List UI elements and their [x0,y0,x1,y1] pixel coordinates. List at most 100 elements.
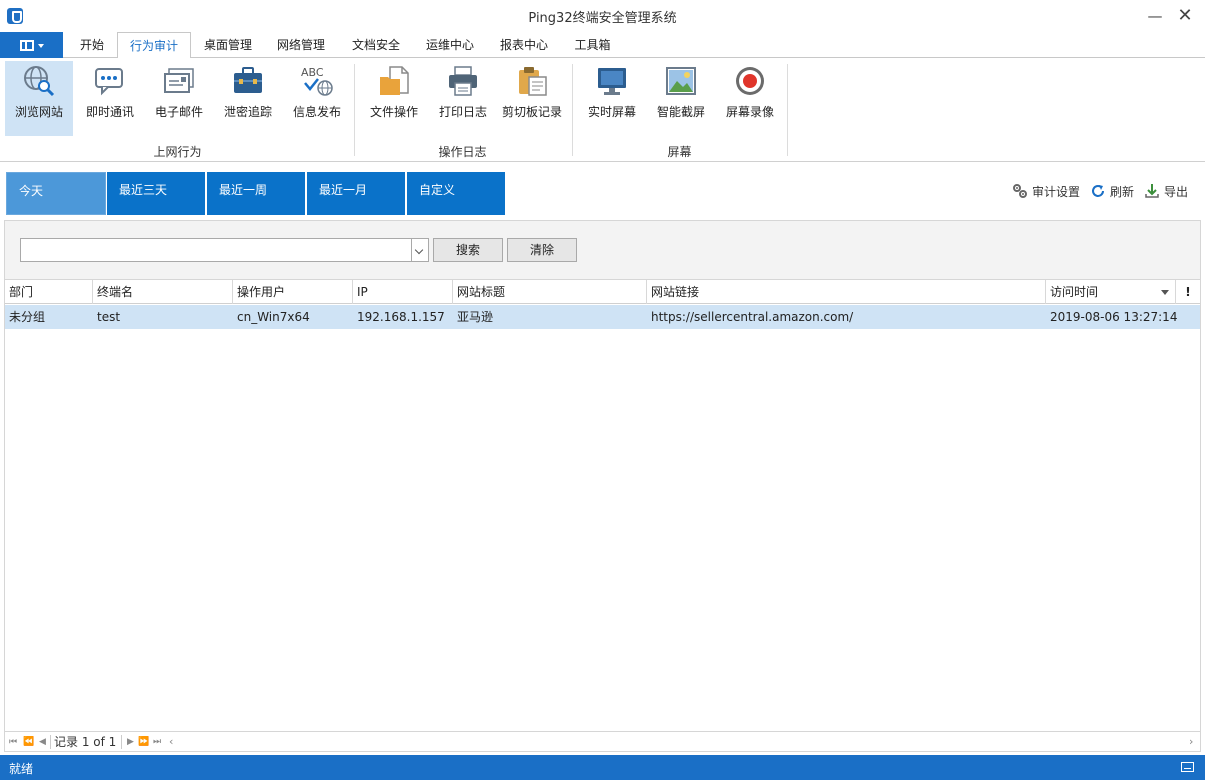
visit-time-label: 访问时间 [1050,285,1099,299]
export-label: 导出 [1164,185,1189,199]
refresh-icon [1092,185,1104,197]
column-header-ip[interactable]: IP [353,280,453,304]
screen-recording-button[interactable]: 屏幕录像 [716,61,784,136]
export-button[interactable]: 导出 [1144,183,1188,201]
cell-site-title: 亚马逊 [457,310,494,324]
smart-screenshot-label: 智能截屏 [656,105,705,119]
info-publish-button[interactable]: ABC 信息发布 [283,61,351,136]
ribbon-separator [787,64,788,156]
pager-separator [121,735,122,749]
printer-icon [449,66,477,96]
clear-button[interactable]: 清除 [507,238,577,262]
column-header-department[interactable]: 部门 [5,280,93,304]
clipboard-icon [519,67,547,96]
close-button[interactable]: ✕ [1170,4,1200,28]
search-dropdown-button[interactable] [411,238,429,262]
download-icon [1145,184,1159,198]
cell-ip: 192.168.1.157 [357,310,445,324]
ribbon-separator [354,64,355,156]
clipboard-records-label: 剪切板记录 [501,105,562,119]
prev-page-icon[interactable]: ◀ [39,735,46,749]
table-row[interactable]: 未分组 test cn_Win7x64 192.168.1.157 亚马逊 ht… [5,305,1200,329]
date-tab-last-month[interactable]: 最近一月 [307,172,405,215]
print-log-button[interactable]: 打印日志 [429,61,497,136]
record-icon [736,67,764,95]
date-tab-custom[interactable]: 自定义 [407,172,505,215]
column-header-site-link[interactable]: 网站链接 [647,280,1046,304]
group-label-operation-log: 操作日志 [438,145,487,159]
file-operations-label: 文件操作 [369,105,418,119]
column-header-terminal[interactable]: 终端名 [93,280,233,304]
abc-icon-text: ABC [301,66,324,79]
tab-ops-center[interactable]: 运维中心 [417,32,483,58]
print-log-label: 打印日志 [438,105,487,119]
cell-department: 未分组 [9,310,46,324]
next-page-icon[interactable]: ▶ [127,735,134,749]
date-tab-last-week[interactable]: 最近一周 [207,172,305,215]
file-folder-icon [380,66,409,95]
abc-globe-icon: ABC [301,66,333,96]
column-chooser-icon[interactable]: ! [1176,280,1200,304]
browse-websites-button[interactable]: 浏览网站 [5,61,73,136]
audit-settings-button[interactable]: 审计设置 [1012,183,1080,201]
column-header-user[interactable]: 操作用户 [233,280,353,304]
info-publish-label: 信息发布 [292,105,341,119]
email-button[interactable]: 电子邮件 [145,61,213,136]
tab-desktop-management[interactable]: 桌面管理 [195,32,261,58]
tab-network-management[interactable]: 网络管理 [268,32,334,58]
first-page-icon[interactable]: ⏮ [9,735,17,749]
smart-screenshot-button[interactable]: 智能截屏 [647,61,715,136]
cell-site-link: https://sellercentral.amazon.com/ [651,310,854,324]
app-menu-button[interactable] [0,32,63,58]
tab-behavior-audit[interactable]: 行为审计 [117,32,191,59]
tab-report-center[interactable]: 报表中心 [491,32,557,58]
email-label: 电子邮件 [154,105,203,119]
search-panel: 搜索 清除 [4,220,1201,279]
prev-page-group-icon[interactable]: ⏪ [23,735,34,749]
realtime-screen-label: 实时屏幕 [587,105,636,119]
tab-document-security[interactable]: 文档安全 [343,32,409,58]
date-tab-last-3-days[interactable]: 最近三天 [107,172,205,215]
search-input[interactable] [20,238,412,262]
minimize-button[interactable]: — [1140,4,1170,28]
instant-messaging-button[interactable]: 即时通讯 [76,61,144,136]
app-menu-icon [20,40,34,51]
title-bar: Ping32终端安全管理系统 — ✕ [0,0,1205,32]
sort-descending-icon [1161,290,1169,295]
cell-terminal: test [97,310,121,324]
tab-toolbox[interactable]: 工具箱 [565,32,620,58]
ribbon: 浏览网站 即时通讯 电子邮件 泄密追踪 ABC 信息发布 上网行为 文件操作 打… [0,58,1205,162]
refresh-label: 刷新 [1110,185,1135,199]
monitor-icon [598,68,626,95]
email-icon [164,68,194,93]
date-tab-today[interactable]: 今天 [6,172,106,215]
file-operations-button[interactable]: 文件操作 [360,61,428,136]
column-header-visit-time[interactable]: 访问时间 [1046,280,1176,304]
next-page-group-icon[interactable]: ⏩ [138,735,149,749]
records-table: 部门 终端名 操作用户 IP 网站标题 网站链接 访问时间 ! 未分组 test… [4,279,1201,732]
group-label-web-behavior: 上网行为 [153,145,202,159]
clipboard-records-button[interactable]: 剪切板记录 [498,61,566,136]
keyboard-icon [1181,762,1194,772]
scroll-left-icon[interactable]: ‹ [169,735,173,749]
refresh-button[interactable]: 刷新 [1090,183,1134,201]
search-button[interactable]: 搜索 [433,238,503,262]
cell-visit-time: 2019-08-06 13:27:14 [1050,310,1178,324]
tab-start[interactable]: 开始 [70,32,114,58]
last-page-icon[interactable]: ⏭ [153,735,161,749]
status-text: 就绪 [9,762,34,776]
scroll-right-icon[interactable]: › [1189,735,1193,749]
ribbon-separator [572,64,573,156]
globe-search-icon [24,66,55,97]
gears-icon [1013,184,1027,198]
screen-recording-label: 屏幕录像 [725,105,774,119]
realtime-screen-button[interactable]: 实时屏幕 [578,61,646,136]
chevron-down-icon [38,44,44,48]
leak-tracking-label: 泄密追踪 [223,105,272,119]
column-header-site-title[interactable]: 网站标题 [453,280,647,304]
pager-bar: ⏮ ⏪ ◀ 记录 1 of 1 ▶ ⏩ ⏭ ‹ › [4,732,1201,752]
status-bar: 就绪 [0,755,1205,780]
briefcase-icon [234,67,262,93]
group-label-screen: 屏幕 [667,145,692,159]
leak-tracking-button[interactable]: 泄密追踪 [214,61,282,136]
